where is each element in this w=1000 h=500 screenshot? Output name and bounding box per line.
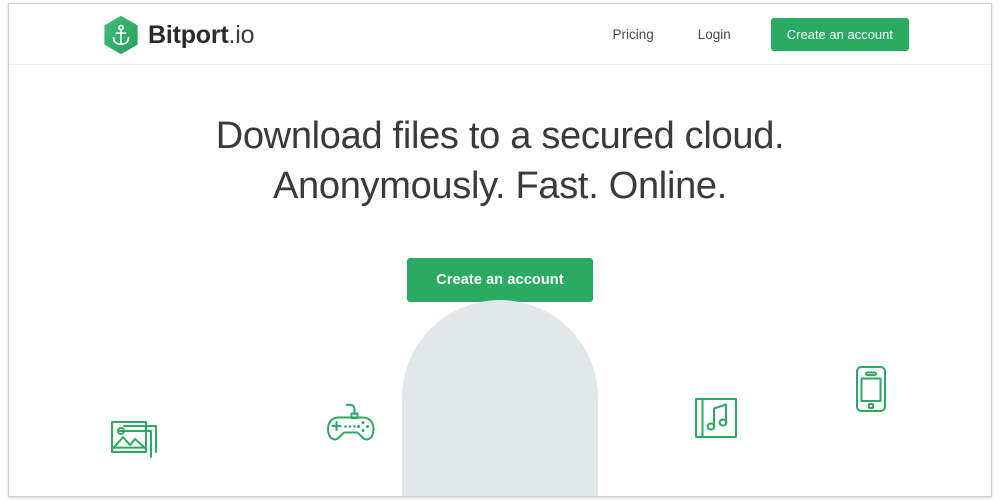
nav-link-pricing[interactable]: Pricing bbox=[590, 4, 675, 65]
smartphone-icon bbox=[850, 364, 892, 419]
header-create-account-button[interactable]: Create an account bbox=[770, 18, 909, 51]
hero-heading: Download files to a secured cloud. Anony… bbox=[9, 65, 991, 211]
hero-heading-line-2: Anonymously. Fast. Online. bbox=[272, 165, 728, 208]
main-navigation: Pricing Login Create an account bbox=[590, 4, 909, 65]
brand-logo-link[interactable]: Bitport.io bbox=[103, 15, 255, 55]
brand-name-tld: .io bbox=[228, 20, 255, 49]
hero-section: Download files to a secured cloud. Anony… bbox=[9, 65, 991, 303]
decorative-dome-shape bbox=[402, 300, 598, 496]
brand-name-main: Bitport bbox=[148, 20, 229, 49]
browser-page-frame: Bitport.io Pricing Login Create an accou… bbox=[8, 3, 992, 497]
gamepad-icon bbox=[322, 400, 380, 453]
hero-heading-line-1: Download files to a secured cloud. bbox=[215, 115, 785, 157]
site-header: Bitport.io Pricing Login Create an accou… bbox=[9, 4, 991, 65]
nav-link-login[interactable]: Login bbox=[676, 4, 753, 65]
anchor-hexagon-icon bbox=[103, 15, 139, 55]
hero-create-account-button[interactable]: Create an account bbox=[407, 258, 593, 303]
music-album-icon bbox=[690, 394, 742, 447]
brand-name: Bitport.io bbox=[148, 20, 255, 50]
photos-icon bbox=[106, 416, 164, 471]
